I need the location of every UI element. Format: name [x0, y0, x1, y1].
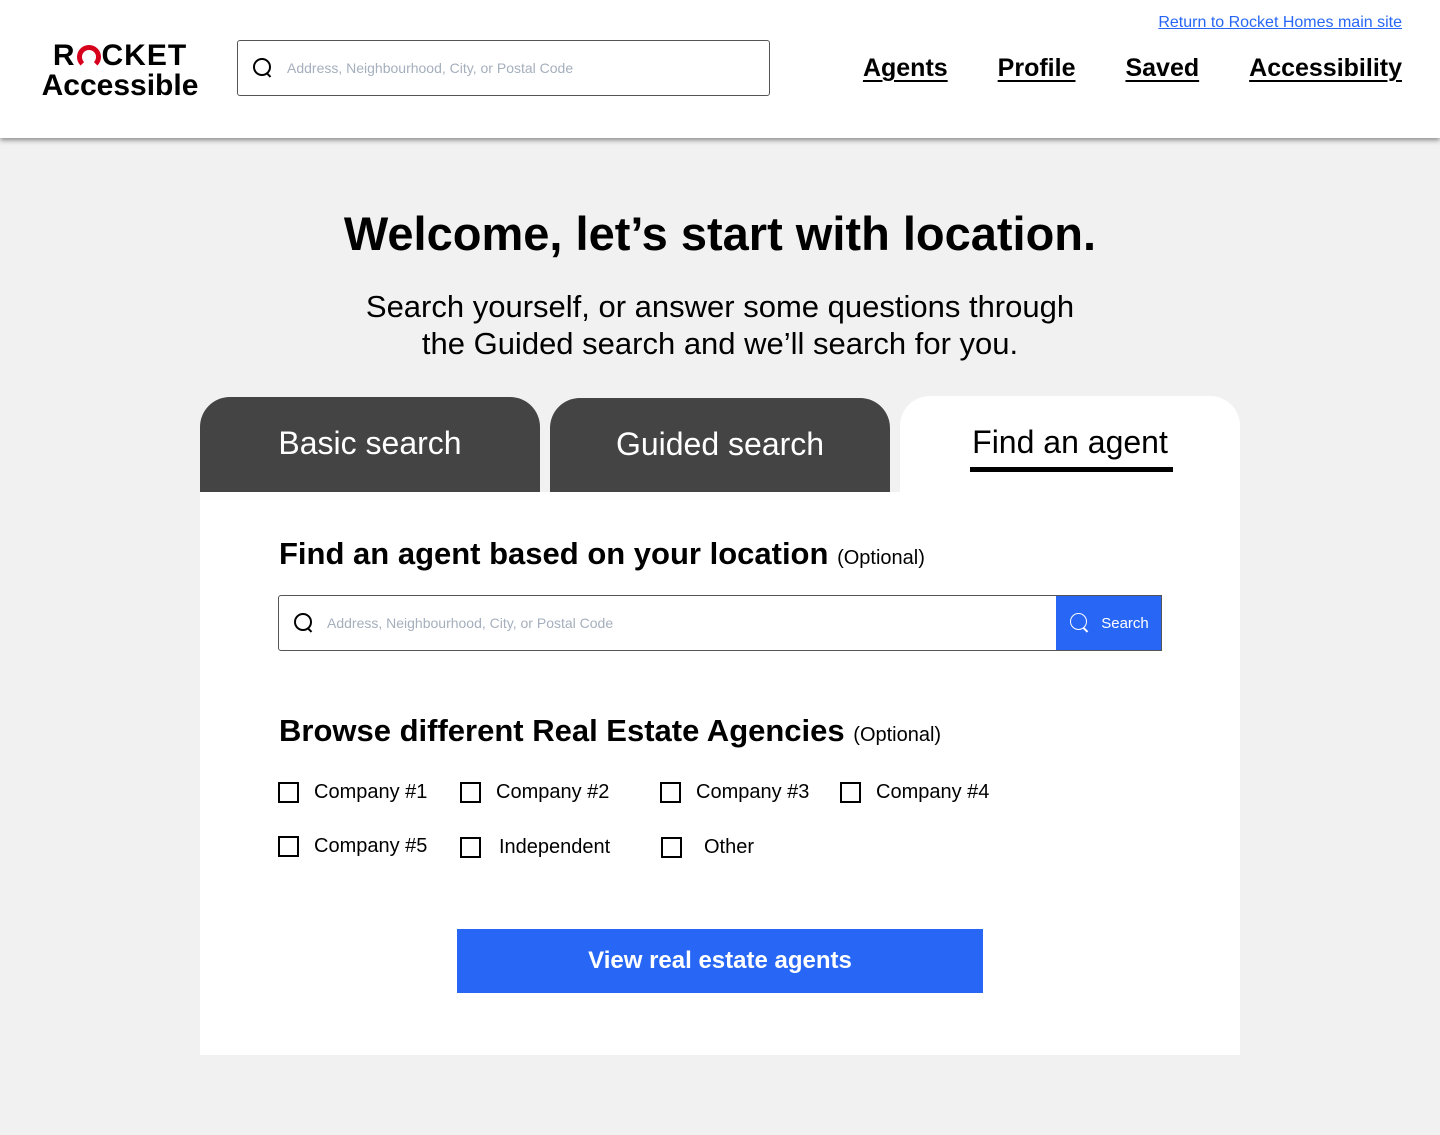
header-search-input[interactable] — [287, 41, 769, 95]
agency-checkbox-company-4[interactable]: Company #4 — [840, 781, 989, 804]
search-icon — [1069, 612, 1091, 634]
optional-label: (Optional) — [837, 547, 925, 569]
nav-agents[interactable]: Agents — [863, 54, 948, 83]
agency-checkbox-other[interactable]: Other — [661, 836, 754, 859]
nav-accessibility[interactable]: Accessibility — [1249, 54, 1402, 83]
checkbox-label: Company #2 — [496, 781, 610, 803]
logo-r: R — [52, 39, 76, 72]
nav-profile[interactable]: Profile — [998, 54, 1076, 83]
site-header: R CKET Accessible Return to Rocket Homes … — [0, 0, 1440, 138]
optional-label: (Optional) — [853, 724, 942, 746]
checkbox-label: Company #1 — [314, 781, 428, 803]
tab-basic-search[interactable]: Basic search — [200, 397, 540, 492]
agency-checkbox-company-1[interactable]: Company #1 — [278, 781, 427, 804]
agencies-title-text: Browse different Real Estate Agencies — [279, 713, 845, 748]
agent-location-search[interactable]: Search — [278, 595, 1162, 651]
search-icon — [252, 57, 274, 79]
agent-location-input[interactable] — [327, 596, 1056, 650]
subtitle-line-2: the Guided search and we’ll search for y… — [421, 326, 1019, 361]
rocket-accessible-logo[interactable]: R CKET Accessible — [34, 41, 206, 102]
checkbox-icon[interactable] — [660, 782, 681, 803]
checkbox-icon[interactable] — [460, 837, 481, 858]
agencies-section-title: Browse different Real Estate Agencies (O… — [279, 713, 941, 749]
checkbox-icon[interactable] — [460, 782, 481, 803]
logo-o-arc-icon — [76, 45, 101, 69]
find-agent-panel: Find an agent based on your location (Op… — [200, 492, 1240, 1055]
agency-checkbox-company-5[interactable]: Company #5 — [278, 835, 427, 858]
tab-label: Find an agent — [969, 424, 1173, 472]
nav-saved[interactable]: Saved — [1125, 54, 1199, 83]
search-button-label: Search — [1101, 614, 1149, 632]
agency-checkbox-company-2[interactable]: Company #2 — [460, 781, 609, 804]
subtitle-line-1: Search yourself, or answer some question… — [365, 289, 1075, 324]
page-title: Welcome, let’s start with location. — [343, 207, 1097, 260]
search-icon — [293, 612, 315, 634]
tab-label: Guided search — [615, 426, 825, 462]
logo-cket: CKET — [101, 39, 188, 72]
checkbox-icon[interactable] — [661, 837, 682, 858]
checkbox-label: Independent — [499, 836, 611, 858]
checkbox-label: Other — [704, 836, 755, 858]
page-subtitle: Search yourself, or answer some question… — [0, 288, 1440, 362]
logo-rocket-text: R CKET — [34, 41, 206, 71]
tab-find-an-agent[interactable]: Find an agent — [900, 396, 1240, 506]
checkbox-icon[interactable] — [840, 782, 861, 803]
logo-accessible-text: Accessible — [41, 69, 199, 102]
location-section-title: Find an agent based on your location (Op… — [279, 536, 925, 572]
main-nav: Agents Profile Saved Accessibility — [863, 54, 1402, 83]
agency-checkbox-independent[interactable]: Independent — [460, 836, 610, 859]
checkbox-label: Company #4 — [876, 781, 990, 803]
checkbox-label: Company #3 — [696, 781, 810, 803]
view-agents-button[interactable]: View real estate agents — [457, 929, 983, 993]
checkbox-icon[interactable] — [278, 782, 299, 803]
tab-guided-search[interactable]: Guided search — [550, 398, 890, 493]
tab-label: Basic search — [278, 425, 462, 461]
agency-checkbox-company-3[interactable]: Company #3 — [660, 781, 809, 804]
checkbox-icon[interactable] — [278, 836, 299, 857]
header-search-box[interactable] — [237, 40, 770, 96]
return-main-site-link[interactable]: Return to Rocket Homes main site — [1158, 14, 1402, 32]
checkbox-label: Company #5 — [314, 835, 428, 857]
agent-search-button[interactable]: Search — [1056, 596, 1161, 650]
location-title-text: Find an agent based on your location — [279, 536, 829, 571]
